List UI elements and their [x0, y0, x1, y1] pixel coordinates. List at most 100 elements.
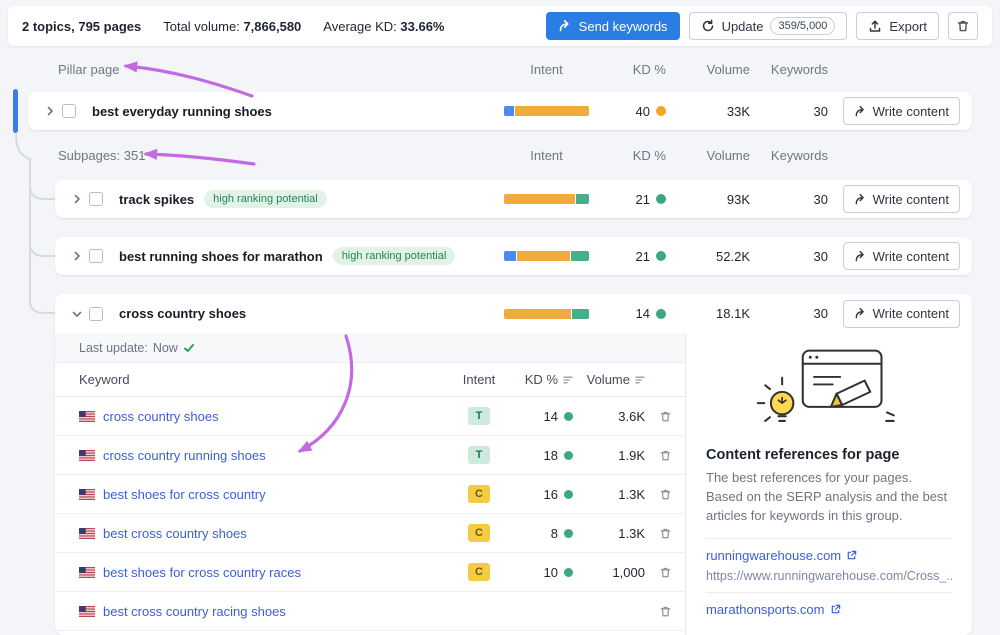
kd-value: 14: [544, 409, 558, 424]
trash-icon: [659, 566, 672, 579]
keyword-link[interactable]: cross country shoes: [103, 409, 219, 424]
references-description: The best references for your pages. Base…: [706, 469, 952, 526]
forward-arrow-icon: [558, 19, 572, 33]
total-volume-label: Total volume:: [163, 19, 240, 34]
ranking-potential-badge: high ranking potential: [333, 247, 456, 265]
total-volume-value: 7,866,580: [243, 19, 301, 34]
chevron-right-icon[interactable]: [65, 250, 89, 262]
reference-url: https://www.runningwarehouse.com/Cross_.…: [706, 569, 952, 583]
average-kd-stat: Average KD: 33.66%: [323, 19, 444, 34]
delete-keyword-button[interactable]: [657, 564, 674, 581]
kd-dot: [564, 607, 573, 616]
content-references-illustration: [754, 341, 904, 439]
kd-dot: [564, 529, 573, 538]
keyword-link[interactable]: best shoes for cross country races: [103, 565, 301, 580]
pillar-row[interactable]: best everyday running shoes 40 33K 30 Wr…: [28, 92, 972, 130]
delete-keyword-button[interactable]: [657, 408, 674, 425]
trash-icon: [659, 605, 672, 618]
delete-button[interactable]: [948, 12, 978, 40]
delete-keyword-button[interactable]: [657, 525, 674, 542]
subpage-title[interactable]: cross country shoes: [119, 306, 246, 321]
volume-value: 18.1K: [666, 306, 750, 321]
subpages-section-header: Subpages: 351 Intent KD % Volume Keyword…: [28, 144, 972, 166]
write-content-button[interactable]: Write content: [843, 97, 960, 125]
keyword-link[interactable]: best cross country shoes: [103, 526, 247, 541]
subpage-row-marathon[interactable]: best running shoes for marathon high ran…: [55, 237, 972, 275]
keyword-table-header: Keyword Intent KD % Volume: [55, 363, 685, 397]
write-content-button[interactable]: Write content: [843, 242, 960, 270]
us-flag-icon: [79, 450, 95, 461]
write-content-button[interactable]: Write content: [843, 300, 960, 328]
trash-icon: [956, 19, 970, 33]
keyword-link[interactable]: cross country running shoes: [103, 448, 266, 463]
subpage-row-track-spikes[interactable]: track spikes high ranking potential 21 9…: [55, 180, 972, 218]
update-button[interactable]: Update 359/5,000: [689, 12, 848, 40]
column-header-kd: KD %: [604, 148, 666, 163]
keyword-link[interactable]: best shoes for cross country: [103, 487, 266, 502]
trash-icon: [659, 488, 672, 501]
row-checkbox[interactable]: [89, 249, 103, 263]
write-content-label: Write content: [873, 249, 949, 264]
reference-link[interactable]: marathonsports.com: [706, 602, 841, 617]
trash-icon: [659, 410, 672, 423]
references-list: runningwarehouse.com https://www.running…: [706, 538, 952, 626]
subpage-row-cross-country-expanded: cross country shoes 14 18.1K 30 Write co…: [55, 294, 972, 635]
volume-value: 1.3K: [573, 526, 645, 541]
delete-keyword-button[interactable]: [657, 447, 674, 464]
keyword-row: best shoes for cross country races C 10 …: [55, 553, 685, 592]
kd-value: 8: [551, 526, 558, 541]
trash-icon: [659, 449, 672, 462]
subpage-title[interactable]: track spikes: [119, 192, 194, 207]
intent-badge: C: [468, 524, 490, 542]
subpage-title[interactable]: best running shoes for marathon: [119, 249, 323, 264]
write-content-label: Write content: [873, 192, 949, 207]
row-checkbox[interactable]: [62, 104, 76, 118]
kd-dot: [564, 490, 573, 499]
delete-keyword-button[interactable]: [657, 603, 674, 620]
forward-arrow-icon: [854, 307, 867, 320]
reference-domain: marathonsports.com: [706, 602, 825, 617]
chevron-down-icon[interactable]: [65, 308, 89, 320]
kd-value: 16: [544, 487, 558, 502]
reference-link[interactable]: runningwarehouse.com: [706, 548, 857, 563]
check-icon: [183, 342, 195, 354]
sort-icon[interactable]: [635, 375, 645, 385]
reference-item: runningwarehouse.com https://www.running…: [706, 538, 952, 592]
chevron-right-icon[interactable]: [65, 193, 89, 205]
sort-icon[interactable]: [563, 375, 573, 385]
keyword-row: best cross country racing shoes: [55, 592, 685, 631]
subpage-row-cross-country[interactable]: cross country shoes 14 18.1K 30 Write co…: [55, 294, 972, 333]
delete-keyword-button[interactable]: [657, 486, 674, 503]
keyword-link[interactable]: best cross country racing shoes: [103, 604, 286, 619]
volume-value: 93K: [666, 192, 750, 207]
kd-value: 18: [544, 448, 558, 463]
external-link-icon: [846, 550, 857, 561]
column-header-intent: Intent: [489, 148, 604, 163]
column-header-keywords: Keywords: [750, 148, 828, 163]
intent-badge: T: [468, 407, 490, 425]
volume-value: 3.6K: [573, 409, 645, 424]
row-checkbox[interactable]: [89, 192, 103, 206]
last-update-label: Last update:: [79, 341, 148, 355]
topics-summary: 2 topics, 795 pages: [22, 19, 141, 34]
row-checkbox[interactable]: [89, 307, 103, 321]
send-keywords-button[interactable]: Send keywords: [546, 12, 680, 40]
keyword-row: best cross country shoes C 8 1.3K: [55, 514, 685, 553]
keywords-count: 30: [750, 249, 828, 264]
write-content-button[interactable]: Write content: [843, 185, 960, 213]
pillar-section-label: Pillar page: [58, 62, 119, 77]
intent-badge: C: [468, 485, 490, 503]
column-header-kd: KD %: [604, 62, 666, 77]
pillar-page-title[interactable]: best everyday running shoes: [92, 104, 272, 119]
kd-dot: [656, 251, 666, 261]
chevron-right-icon[interactable]: [38, 105, 62, 117]
keyword-table: Last update: Now Keyword Intent KD % Vol…: [55, 333, 686, 635]
volume-value: 1.3K: [573, 487, 645, 502]
volume-value: 33K: [666, 104, 750, 119]
average-kd-label: Average KD:: [323, 19, 396, 34]
kd-value: 10: [544, 565, 558, 580]
column-header-volume: Volume: [666, 148, 750, 163]
export-icon: [868, 19, 882, 33]
export-button[interactable]: Export: [856, 12, 939, 40]
volume-value: 1,000: [573, 565, 645, 580]
